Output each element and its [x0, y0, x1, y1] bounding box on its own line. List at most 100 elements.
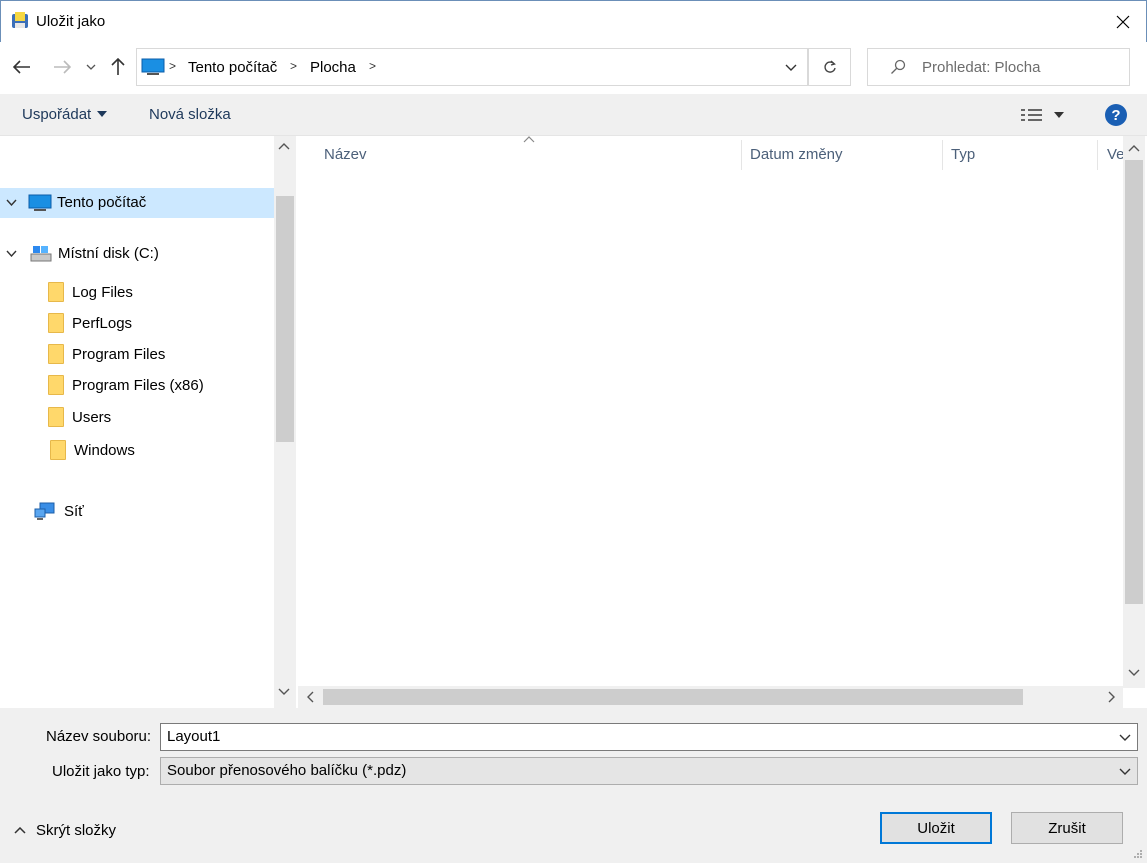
folder-icon — [48, 282, 64, 302]
navigation-pane: Tento počítač Místní disk (C:) Log Files… — [0, 136, 298, 708]
recent-locations-button[interactable] — [82, 55, 100, 79]
hide-folders-label: Skrýt složky — [36, 822, 117, 839]
chevron-down-icon — [86, 64, 96, 70]
back-arrow-icon — [13, 60, 30, 74]
up-arrow-icon — [111, 58, 125, 75]
folder-icon — [48, 375, 64, 395]
crumb-this-pc[interactable]: Tento počítač — [188, 59, 277, 76]
resize-grip-icon[interactable] — [1133, 849, 1143, 859]
save-options-panel: Název souboru: Layout1 Uložit jako typ: … — [0, 708, 1147, 863]
nav-item-folder[interactable]: Program Files — [48, 339, 274, 369]
nav-item-network[interactable]: Síť — [34, 496, 274, 526]
column-divider[interactable] — [741, 140, 742, 170]
scroll-up-icon — [1128, 145, 1140, 152]
nav-item-folder[interactable]: Windows — [50, 435, 274, 465]
crumb-separator: > — [369, 59, 377, 73]
address-history-button[interactable] — [776, 48, 806, 86]
chevron-up-icon — [14, 827, 26, 834]
scroll-down-icon — [1128, 669, 1140, 676]
organize-label: Uspořádat — [22, 106, 92, 123]
chevron-down-icon — [1119, 768, 1131, 775]
cancel-button[interactable]: Zrušit — [1011, 812, 1123, 844]
folder-label: Program Files (x86) — [72, 376, 204, 394]
scroll-thumb[interactable] — [276, 196, 294, 442]
nav-item-folder[interactable]: Program Files (x86) — [48, 370, 274, 400]
chevron-down-icon — [6, 199, 17, 206]
crumb-desktop[interactable]: Plocha — [310, 59, 356, 76]
drive-icon — [30, 246, 52, 262]
nav-scrollbar[interactable] — [274, 136, 296, 708]
close-icon — [1116, 15, 1130, 29]
computer-icon — [28, 194, 52, 211]
folder-icon — [48, 313, 64, 333]
folder-icon — [48, 344, 64, 364]
details-view-icon — [1021, 109, 1042, 121]
refresh-button[interactable] — [808, 48, 851, 86]
up-button[interactable] — [106, 55, 130, 79]
chevron-down-icon — [1119, 734, 1131, 741]
search-icon — [891, 59, 906, 74]
scroll-left-icon — [307, 691, 314, 703]
filename-field[interactable]: Layout1 — [160, 723, 1138, 751]
command-bar: Uspořádat Nová složka — [0, 94, 1147, 136]
hide-folders-button[interactable]: Skrýt složky — [14, 822, 116, 839]
nav-item-folder[interactable]: Users — [48, 402, 274, 432]
network-icon — [34, 502, 55, 520]
folder-label: Program Files — [72, 345, 166, 363]
organize-button[interactable]: Uspořádat — [22, 106, 108, 123]
column-divider[interactable] — [1097, 140, 1098, 170]
help-button[interactable]: ? — [1105, 104, 1127, 126]
folder-label: Users — [72, 408, 112, 426]
file-horizontal-scrollbar[interactable] — [298, 686, 1123, 708]
column-divider[interactable] — [942, 140, 943, 170]
computer-icon — [141, 58, 165, 75]
nav-item-folder[interactable]: Log Files — [48, 277, 274, 307]
close-button[interactable] — [1100, 1, 1146, 43]
forward-button[interactable] — [50, 55, 74, 79]
scroll-thumb[interactable] — [1125, 160, 1143, 604]
filetype-value: Soubor přenosového balíčku (*.pdz) — [167, 762, 407, 779]
folder-label: PerfLogs — [72, 314, 133, 332]
forward-arrow-icon — [54, 60, 71, 74]
nav-label-network: Síť — [64, 502, 84, 520]
filename-label: Název souboru: — [46, 728, 152, 745]
new-folder-button[interactable]: Nová složka — [149, 106, 231, 123]
search-input[interactable]: Prohledat: Plocha — [867, 48, 1130, 86]
scroll-down-icon — [278, 688, 290, 695]
folder-icon — [48, 407, 64, 427]
chevron-down-icon — [6, 250, 17, 257]
column-header-size[interactable]: Ve — [1107, 146, 1125, 163]
file-list-pane[interactable]: Název Datum změny Typ Ve — [298, 136, 1147, 708]
window-title: Uložit jako — [36, 13, 106, 30]
chevron-down-icon — [785, 64, 797, 71]
nav-item-folder[interactable]: PerfLogs — [48, 308, 274, 338]
filetype-select[interactable]: Soubor přenosového balíčku (*.pdz) — [160, 757, 1138, 785]
filename-value: Layout1 — [167, 728, 221, 745]
crumb-separator: > — [169, 59, 177, 73]
view-options-button[interactable] — [1020, 104, 1070, 126]
column-header-type[interactable]: Typ — [951, 146, 975, 163]
nav-item-local-disk[interactable]: Místní disk (C:) — [0, 239, 274, 269]
save-button[interactable]: Uložit — [880, 812, 992, 844]
dropdown-arrow-icon — [1054, 112, 1064, 118]
scroll-up-icon — [278, 143, 290, 150]
dropdown-arrow-icon — [97, 111, 108, 117]
scroll-thumb[interactable] — [323, 689, 1023, 705]
back-button[interactable] — [10, 55, 34, 79]
nav-label-local-disk: Místní disk (C:) — [58, 245, 159, 262]
filetype-label: Uložit jako typ: — [52, 763, 150, 780]
address-bar[interactable]: > Tento počítač > Plocha > — [136, 48, 808, 86]
column-header-name[interactable]: Název — [324, 146, 367, 163]
nav-item-this-pc[interactable]: Tento počítač — [0, 188, 274, 218]
sort-ascending-icon — [523, 136, 535, 143]
file-vertical-scrollbar[interactable] — [1123, 136, 1145, 688]
folder-label: Log Files — [72, 283, 133, 301]
column-header-date[interactable]: Datum změny — [750, 146, 843, 163]
nav-label-this-pc: Tento počítač — [57, 194, 147, 211]
title-bar: Uložit jako — [0, 0, 1147, 42]
folder-icon — [50, 440, 66, 460]
folder-label: Windows — [74, 441, 135, 459]
search-placeholder: Prohledat: Plocha — [922, 59, 1041, 76]
refresh-icon — [823, 60, 836, 73]
app-icon — [12, 12, 28, 28]
